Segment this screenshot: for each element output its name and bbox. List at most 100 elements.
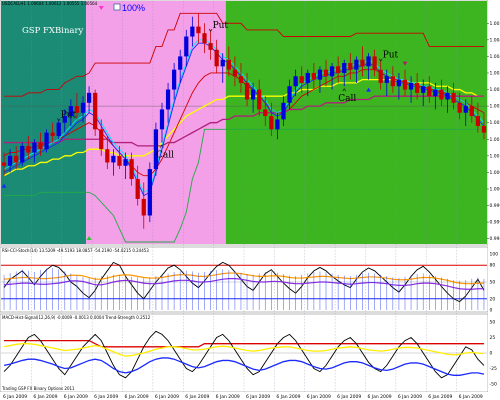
candle-body — [433, 89, 438, 97]
candle-body — [317, 69, 323, 80]
price-tick-label: 1.0042 — [490, 54, 500, 60]
time-tick-label: 6 Jan 2009 — [216, 394, 240, 400]
candle-body — [123, 159, 128, 166]
candle-body — [244, 82, 250, 100]
candle-body — [336, 66, 341, 73]
price-tick-label: 1.0007 — [490, 170, 500, 176]
brand-label: GSP FXBinary — [22, 26, 84, 36]
candle-body — [56, 122, 61, 136]
candle-body — [323, 69, 329, 77]
osc2-tick-label: -25 — [490, 366, 497, 372]
osc2-tick-label: 25 — [490, 335, 496, 341]
candle-body — [184, 36, 189, 57]
candle-body — [129, 159, 134, 180]
candle-body — [214, 49, 219, 67]
candle-body — [202, 33, 207, 44]
candle-body — [111, 155, 116, 163]
candle-body — [299, 76, 304, 83]
time-tick-label: 6 Jan 2009 — [337, 394, 361, 400]
candle-body — [141, 198, 146, 216]
candle-body — [159, 109, 165, 130]
candle-body — [390, 76, 395, 87]
footer-label: Trading GSP FX Binary Options 2011 — [1, 386, 75, 391]
time-tick-label: 6 Jan 2009 — [125, 394, 149, 400]
put-signal-label: Put — [61, 110, 77, 120]
candle-body — [421, 86, 426, 93]
candle-body — [378, 69, 383, 83]
candle-body — [445, 92, 450, 100]
osc1-tick-label: 50 — [490, 280, 496, 286]
osc1-header: RSI-CCI-Stoch(14) 13.5209 -49.5193 18.08… — [2, 248, 149, 253]
candle-body — [147, 169, 152, 216]
candle-body — [178, 56, 183, 70]
candle-body — [190, 26, 195, 37]
time-tick-label: 6 Jan 2009 — [64, 394, 88, 400]
zoom-level: 100% — [122, 3, 145, 13]
candle-body — [165, 89, 171, 110]
candle-body — [263, 109, 268, 117]
chart-canvas: Put Put Put Call Call 1.0052 1.0047 1.0042 1.00… — [0, 0, 500, 400]
time-tick-label: 6 Jan 2009 — [307, 394, 331, 400]
candle-body — [32, 142, 37, 153]
candle-body — [117, 155, 122, 166]
candle-body — [408, 82, 414, 90]
candle-body — [226, 59, 231, 70]
candle-body — [196, 26, 201, 34]
candle-body — [14, 155, 19, 163]
osc1-tick-label: 100 — [490, 252, 499, 258]
candle-body — [415, 82, 420, 93]
candle-body — [250, 89, 256, 100]
candle-body — [86, 92, 92, 103]
time-tick-label: 6 Jan 2009 — [3, 394, 27, 400]
candle-body — [99, 129, 104, 150]
call-signal-label: Call — [156, 151, 174, 161]
candle-body — [220, 59, 225, 67]
candle-body — [293, 76, 298, 87]
candle-body — [481, 126, 487, 133]
price-tick-label: 1.0022 — [490, 120, 500, 126]
osc1-tick-label: 80 — [490, 263, 496, 269]
put-signal-label: Put — [213, 21, 229, 31]
osc2-tick-label: -50 — [490, 382, 497, 388]
candle-body — [439, 89, 444, 100]
candle-body — [1, 162, 7, 166]
candle-body — [44, 132, 49, 150]
candle-body — [275, 119, 280, 130]
candle-body — [38, 142, 43, 150]
candle-body — [305, 72, 310, 83]
candle-body — [451, 92, 456, 103]
candle-body — [232, 69, 238, 77]
price-tick-label: 0.9992 — [490, 220, 500, 226]
candle-body — [26, 145, 31, 153]
time-tick-label: 6 Jan 2009 — [185, 394, 209, 400]
zoom-checkbox[interactable] — [113, 3, 121, 11]
chart-window: Put Put Put Call Call 1.0052 1.0047 1.0042 1.00… — [0, 0, 500, 400]
candle-body — [257, 89, 262, 110]
candle-body — [50, 132, 55, 136]
candle-body — [172, 69, 177, 90]
candle-body — [20, 145, 25, 163]
osc2-tick-label: 50 — [490, 320, 496, 326]
price-tick-label: 1.0002 — [490, 186, 500, 192]
candle-body — [372, 56, 377, 70]
price-tick-label: 1.0012 — [490, 153, 500, 159]
candle-body — [348, 63, 353, 70]
time-tick-label: 6 Jan 2009 — [155, 394, 179, 400]
candle-body — [269, 116, 274, 130]
time-tick-label: 6 Jan 2009 — [246, 394, 270, 400]
candle-body — [311, 72, 316, 80]
candle-body — [402, 79, 408, 90]
candle-body — [287, 86, 292, 103]
candle-body — [238, 76, 244, 83]
time-tick-label: 6 Jan 2009 — [94, 394, 118, 400]
candle-body — [208, 43, 213, 50]
price-tick-label: 0.9987 — [490, 236, 500, 242]
call-signal-label: Call — [338, 94, 356, 104]
osc1-tick-label: 0 — [490, 308, 493, 314]
price-tick-label: 0.9997 — [490, 203, 500, 209]
candle-body — [475, 116, 481, 126]
candle-body — [342, 63, 347, 73]
time-tick-label: 6 Jan 2009 — [276, 394, 300, 400]
time-tick-label: 6 Jan 2009 — [428, 394, 452, 400]
price-tick-label: 1.0052 — [490, 21, 500, 27]
